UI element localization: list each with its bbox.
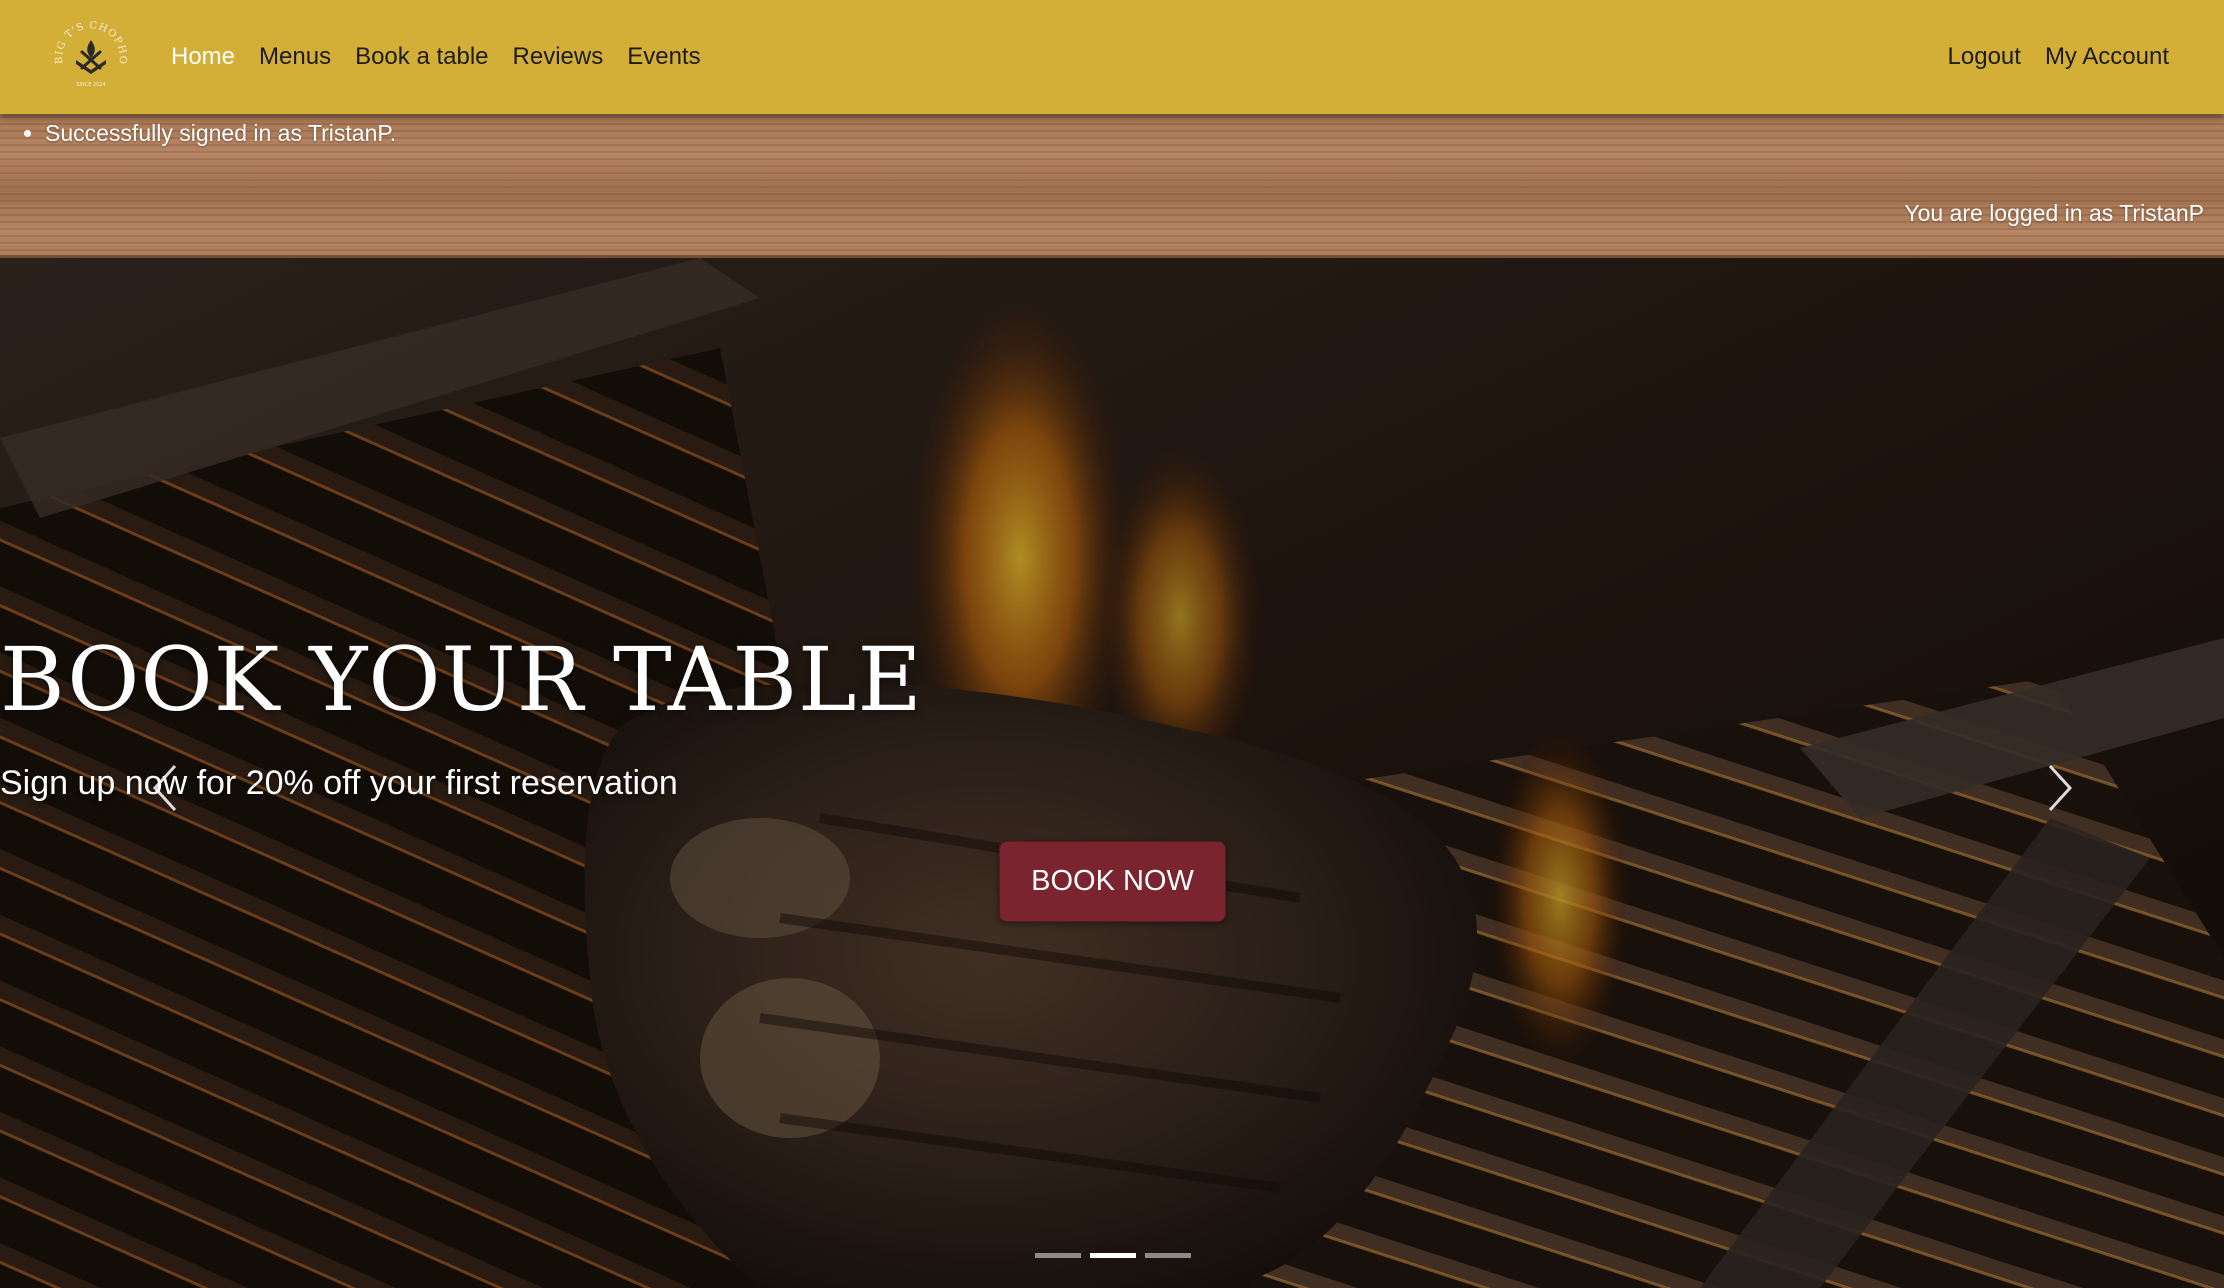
chevron-right-icon (2048, 764, 2073, 812)
carousel-indicators (1035, 1253, 1191, 1258)
carousel-indicator-2[interactable] (1090, 1253, 1136, 1258)
hero-subtitle: Sign up now for 20% off your first reser… (0, 764, 678, 802)
top-navbar: BIG T'S CHOPHOUSE SINCE 2024 Home Menus … (0, 0, 2224, 114)
nav-menus[interactable]: Menus (259, 43, 331, 71)
main-nav: Home Menus Book a table Reviews Events (171, 0, 701, 114)
chevron-left-icon (152, 764, 177, 812)
book-now-button[interactable]: BOOK NOW (999, 841, 1226, 922)
hero-title: BOOK YOUR TABLE (0, 628, 923, 731)
message-banner: Successfully signed in as TristanP. You … (0, 114, 2224, 258)
my-account-link[interactable]: My Account (2045, 43, 2169, 71)
logout-link[interactable]: Logout (1948, 43, 2021, 71)
carousel-prev-button[interactable] (145, 758, 185, 818)
carousel-indicator-3[interactable] (1145, 1253, 1191, 1258)
logo-since-text: SINCE 2024 (76, 82, 105, 88)
nav-events[interactable]: Events (627, 43, 700, 71)
logged-in-status: You are logged in as TristanP (1904, 200, 2204, 226)
flash-message: Successfully signed in as TristanP. (45, 120, 396, 147)
nav-home[interactable]: Home (171, 43, 235, 71)
account-nav: Logout My Account (1948, 0, 2169, 114)
brand-logo[interactable]: BIG T'S CHOPHOUSE SINCE 2024 (47, 10, 130, 96)
nav-reviews[interactable]: Reviews (513, 43, 604, 71)
carousel-next-button[interactable] (2040, 758, 2080, 818)
carousel-indicator-1[interactable] (1035, 1253, 1081, 1258)
chophouse-logo-icon: BIG T'S CHOPHOUSE SINCE 2024 (47, 10, 127, 88)
flash-messages: Successfully signed in as TristanP. (20, 120, 396, 147)
hero-carousel: BOOK YOUR TABLE Sign up now for 20% off … (0, 258, 2224, 1288)
nav-book-a-table[interactable]: Book a table (355, 43, 488, 71)
